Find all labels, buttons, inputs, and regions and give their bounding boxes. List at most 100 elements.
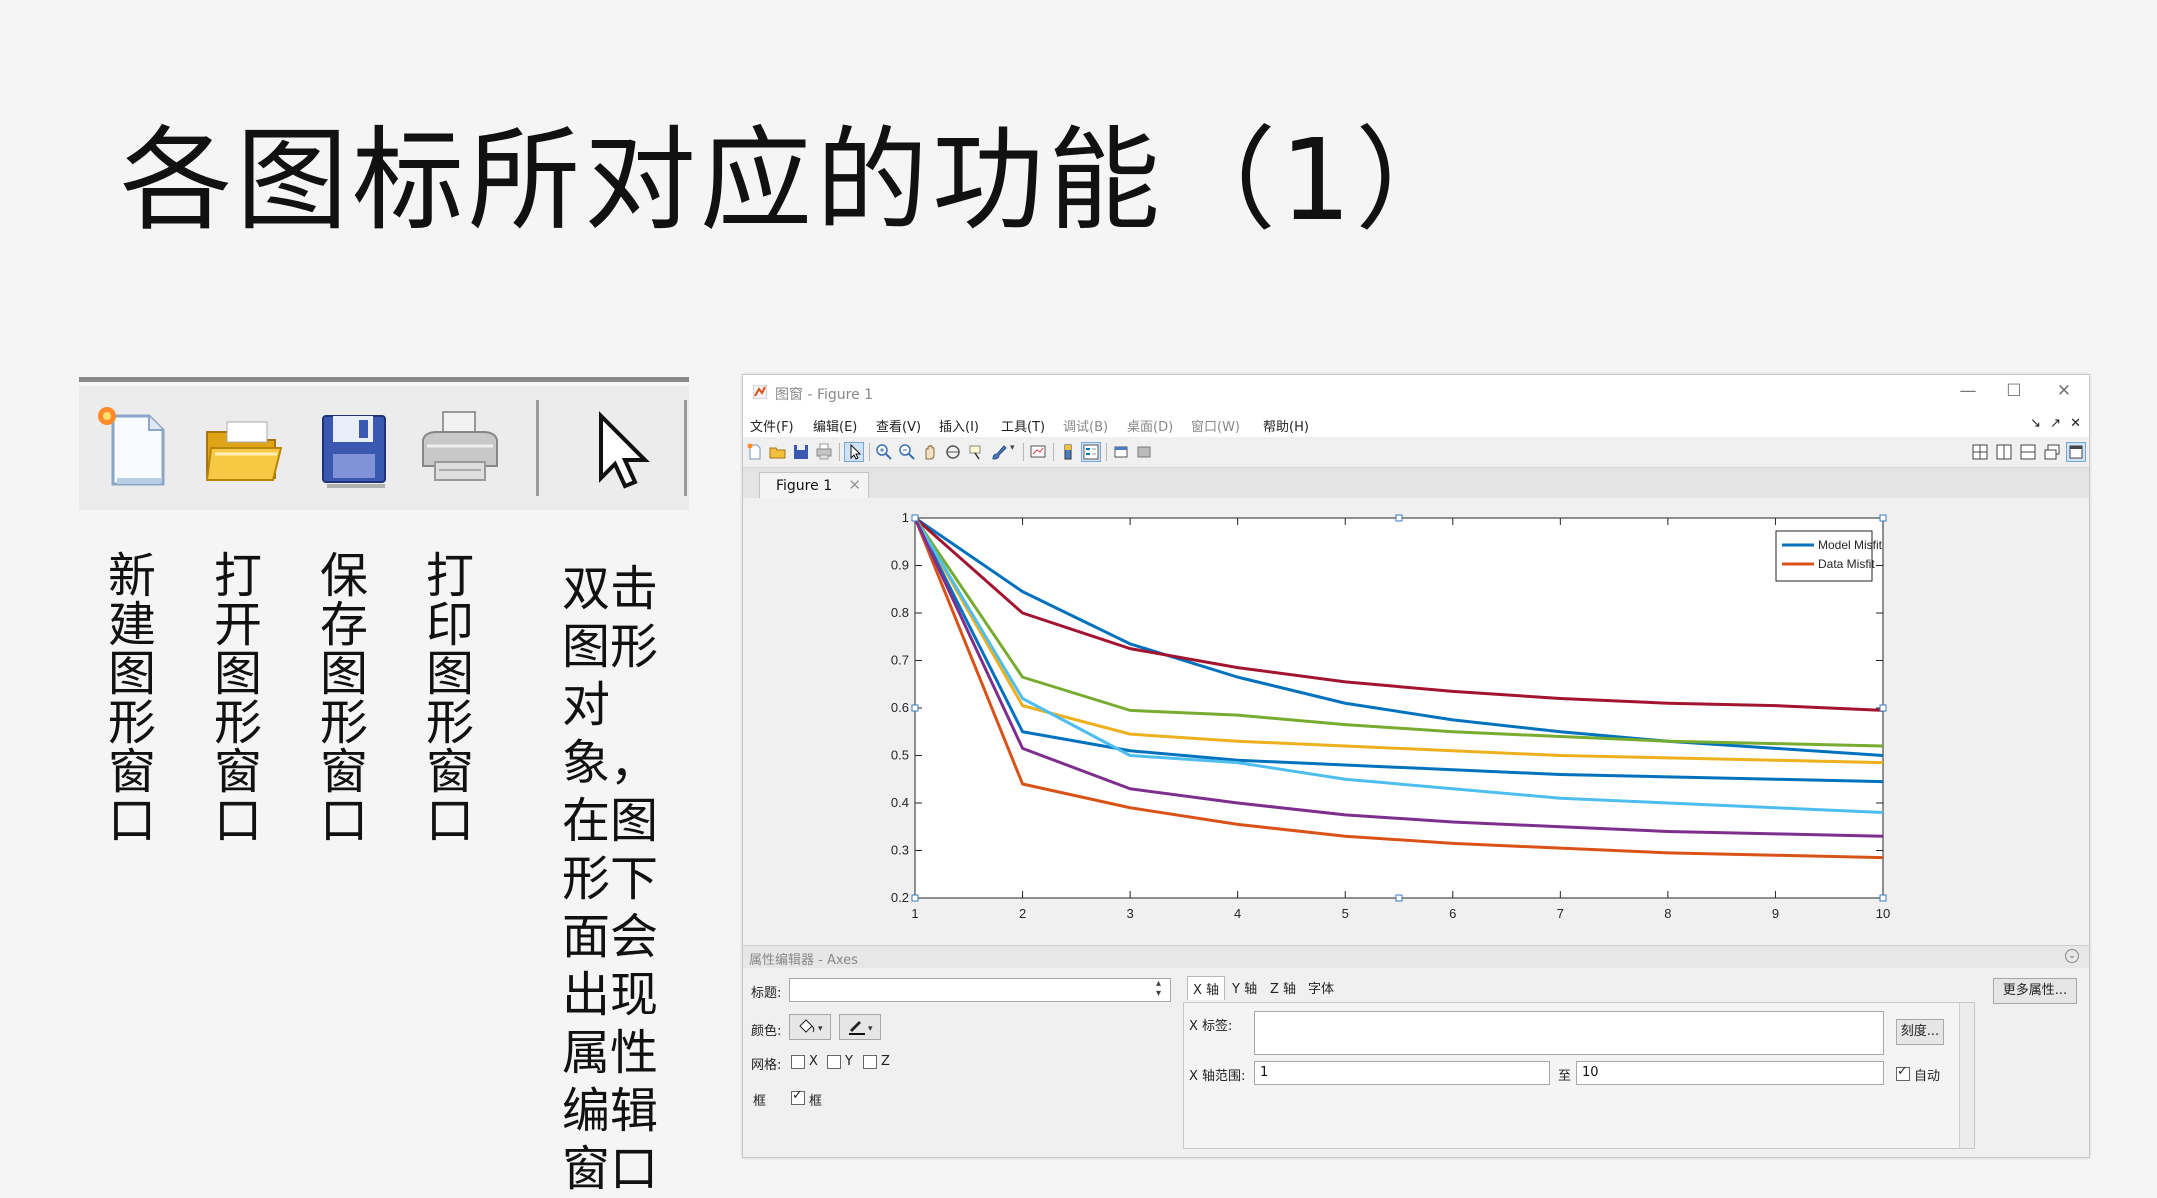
float-window-icon[interactable] (2043, 443, 2061, 461)
menu-close-icon[interactable]: ✕ (2070, 416, 2081, 431)
zoom-out-icon[interactable] (898, 443, 916, 461)
printer-icon[interactable] (815, 443, 833, 461)
menu-tools[interactable]: 工具(T) (1001, 416, 1045, 435)
ticks-button[interactable]: 刻度... (1896, 1019, 1944, 1045)
selection-handle (1879, 514, 1887, 522)
selection-handle (1879, 704, 1887, 712)
selection-handle (1879, 894, 1887, 902)
x-tick-label: 10 (1876, 906, 1890, 921)
grid-y-checkbox[interactable] (827, 1055, 841, 1069)
menu-insert[interactable]: 插入(I) (939, 416, 979, 435)
brush-icon[interactable] (990, 443, 1008, 461)
xlabel-input[interactable] (1254, 1011, 1884, 1055)
menu-debug[interactable]: 调试(B) (1063, 416, 1108, 435)
selection-handle (911, 704, 919, 712)
box-checkbox[interactable] (791, 1088, 805, 1105)
colorbar-icon[interactable] (1059, 443, 1077, 461)
y-tick-label: 0.9 (891, 558, 909, 573)
edit-plot-icon[interactable] (844, 442, 864, 462)
slide-title: 各图标所对应的功能（1） (120, 116, 1472, 246)
svg-text:▾: ▾ (868, 1024, 873, 1034)
save-floppy-icon[interactable] (792, 443, 810, 461)
tab-figure-1[interactable]: Figure 1 ✕ (759, 472, 869, 499)
caption-open-figure: 打开图形窗口 (213, 548, 262, 849)
edge-color-button[interactable]: ▾ (839, 1014, 881, 1040)
property-editor-title: 属性编辑器 - Axes (749, 953, 858, 968)
toolbar-separator (536, 400, 539, 496)
brush-dropdown-icon[interactable]: ▾ (1010, 443, 1015, 453)
grid-z-checkbox[interactable] (863, 1055, 877, 1069)
y-tick-label: 0.4 (891, 795, 909, 810)
tile-columns-icon[interactable] (1995, 443, 2013, 461)
pen-color-icon: ▾ (849, 1021, 873, 1035)
link-plot-icon[interactable] (1029, 443, 1047, 461)
xlim-to-input[interactable]: 10 (1576, 1061, 1884, 1085)
figure-tab-bar: Figure 1 ✕ (743, 468, 2089, 499)
tab-close-icon[interactable]: ✕ (848, 476, 861, 494)
open-folder-icon[interactable] (197, 402, 289, 492)
menu-desktop[interactable]: 桌面(D) (1127, 416, 1173, 435)
panel-scrollbar[interactable] (1959, 1003, 1974, 1148)
menu-edit[interactable]: 编辑(E) (813, 416, 857, 435)
grid-x-checkbox[interactable] (791, 1055, 805, 1069)
tile-rows-icon[interactable] (2019, 443, 2037, 461)
menu-view[interactable]: 查看(V) (876, 416, 921, 435)
title-spinner-icon[interactable]: ▴ ▾ (1156, 979, 1161, 999)
title-input[interactable] (789, 978, 1171, 1002)
menu-help[interactable]: 帮助(H) (1263, 416, 1309, 435)
pointer-arrow-icon[interactable] (569, 402, 661, 492)
y-tick-label: 0.6 (891, 700, 909, 715)
figure-title: 图窗 - Figure 1 (775, 387, 874, 403)
legend-entry: Data Misfit (1818, 557, 1875, 571)
line-chart[interactable]: 1 2 3 4 5 6 7 8 9 10 0.2 0.3 0.4 0.5 0.6 0.7 0.8 0.9 1 Mode… (743, 498, 2089, 930)
grid-z-label: Z (881, 1054, 890, 1069)
menu-window[interactable]: 窗口(W) (1191, 416, 1240, 435)
rotate-3d-icon[interactable] (944, 443, 962, 461)
toolbar-strip-top-border (79, 377, 689, 382)
new-figure-icon[interactable] (91, 402, 183, 492)
new-figure-icon[interactable] (746, 443, 764, 461)
fill-color-button[interactable]: ▾ (789, 1014, 831, 1040)
toolbar-separator (839, 443, 840, 461)
pan-hand-icon[interactable] (921, 443, 939, 461)
undock-icon[interactable]: ↗ (2050, 416, 2061, 431)
tab-z-axis[interactable]: Z 轴 (1265, 976, 1301, 999)
hide-plot-tools-icon[interactable] (1112, 443, 1130, 461)
auto-checkbox[interactable] (1896, 1064, 1910, 1081)
x-tick-label: 5 (1342, 906, 1349, 921)
close-button[interactable]: ✕ (2049, 381, 2079, 401)
xlim-from-input[interactable]: 1 (1254, 1061, 1550, 1085)
maximize-button[interactable]: ☐ (1999, 381, 2029, 401)
maximize-document-icon[interactable] (2066, 442, 2086, 462)
save-floppy-icon[interactable] (307, 402, 399, 492)
y-tick-label: 0.5 (891, 748, 909, 763)
paint-bucket-icon: ▾ (799, 1019, 823, 1034)
tab-y-axis[interactable]: Y 轴 (1227, 976, 1262, 999)
collapse-chevron-icon[interactable]: ⌄ (2065, 949, 2079, 963)
tab-font[interactable]: 字体 (1303, 976, 1339, 999)
minimize-button[interactable]: — (1953, 381, 1983, 401)
show-plot-tools-icon[interactable] (1135, 443, 1153, 461)
printer-icon[interactable] (413, 402, 505, 492)
box-label: 框 (753, 1094, 767, 1109)
open-folder-icon[interactable] (769, 443, 787, 461)
legend-icon[interactable] (1081, 442, 1101, 462)
caption-save-figure: 保存图形窗口 (319, 548, 368, 849)
x-axis-panel: X 标签: 刻度... X 轴范围: 1 至 10 自动 (1183, 1002, 1975, 1149)
y-tick-label: 0.2 (891, 890, 909, 905)
x-tick-label: 3 (1126, 906, 1133, 921)
zoom-in-icon[interactable] (875, 443, 893, 461)
more-properties-button[interactable]: 更多属性... (1993, 978, 2077, 1004)
menu-file[interactable]: 文件(F) (750, 416, 794, 435)
tile-grid-icon[interactable] (1971, 443, 1989, 461)
tab-x-axis[interactable]: X 轴 (1187, 976, 1226, 1000)
property-editor: 标题: ▴▾ 颜色: ▾ ▾ 网格: X Y Z 框 框 X 轴 Y 轴 Z 轴… (743, 968, 2089, 1157)
dock-icon[interactable]: ↘ (2030, 416, 2041, 431)
selection-handle (1395, 894, 1403, 902)
legend-entry: Model Misfit (1818, 538, 1883, 552)
title-label: 标题: (751, 986, 782, 1001)
data-cursor-icon[interactable] (967, 443, 985, 461)
x-tick-label: 8 (1664, 906, 1671, 921)
y-tick-label: 0.8 (891, 605, 909, 620)
caption-new-figure: 新建图形窗口 (107, 548, 156, 849)
